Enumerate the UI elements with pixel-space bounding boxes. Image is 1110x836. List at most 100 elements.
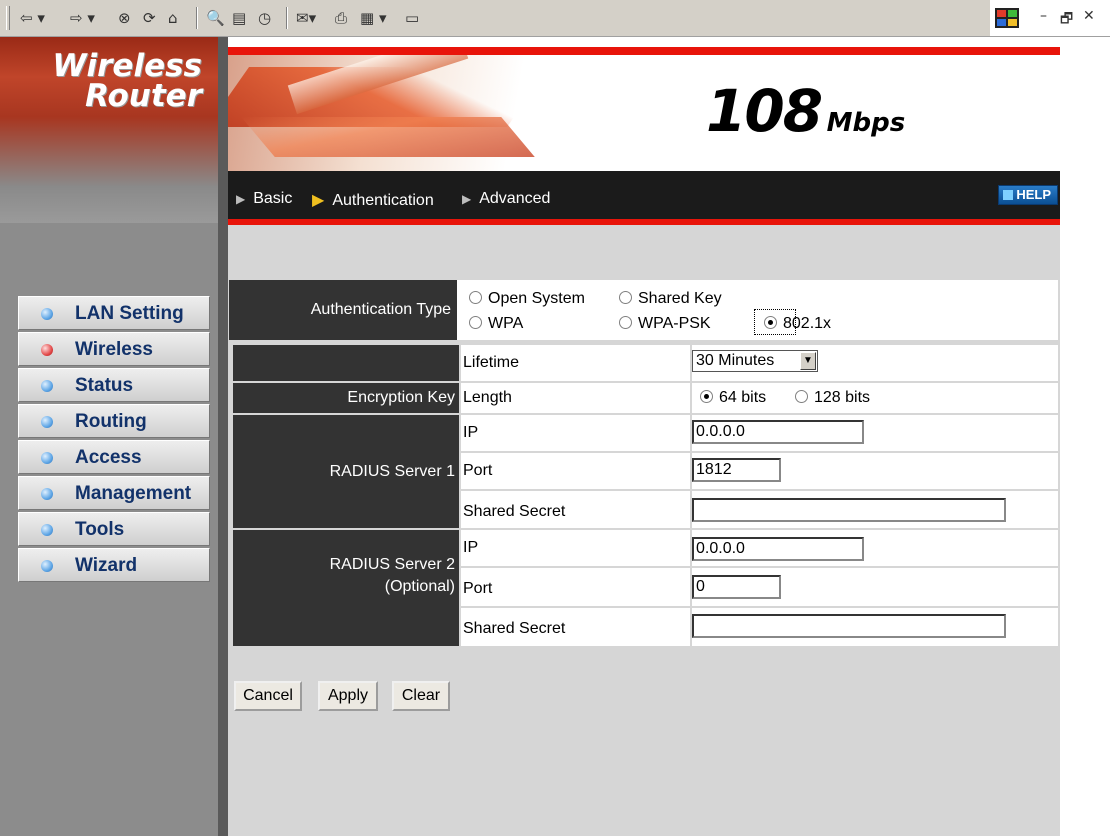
radio-icon [795,390,808,403]
apply-button[interactable]: Apply [318,681,378,711]
chevron-down-icon: ▼ [800,352,816,370]
stop-icon[interactable]: ⊗ [118,8,131,28]
radius1-ip-input[interactable]: 0.0.0.0 [692,420,864,444]
discuss-icon[interactable]: ▭ [405,8,419,28]
bullet-icon [41,344,53,356]
favorites-icon[interactable]: ▤ [232,8,246,28]
auth-type-row: Authentication Type Open System Shared K… [229,280,1058,340]
banner-graphic [241,117,535,157]
bullet-icon [41,308,53,320]
arrow-icon: ▶ [462,192,472,206]
sidebar-item-management[interactable]: Management [18,476,210,510]
radius1-port-input[interactable]: 1812 [692,458,781,482]
lifetime-label: Lifetime [461,345,690,381]
header-banner: 108 Mbps [228,47,1060,171]
tab-advanced[interactable]: ▶ Advanced [462,190,550,208]
help-icon [1003,190,1014,200]
tab-label: Authentication [332,192,434,209]
sidebar-item-label: Access [75,447,142,468]
tab-basic[interactable]: ▶ Basic [236,190,292,208]
edit-icon[interactable]: ▦ ▾ [360,8,386,28]
windows-logo-icon [995,8,1019,28]
sidebar-item-routing[interactable]: Routing [18,404,210,438]
radio-shared-key[interactable]: Shared Key [619,290,722,308]
sidebar-item-label: Routing [75,411,147,432]
radio-64-bits[interactable]: 64 bits [700,389,766,407]
radius1-ip-label: IP [461,415,690,451]
radio-icon [469,291,482,304]
radio-128-bits[interactable]: 128 bits [795,389,870,407]
restore-icon[interactable]: 🗗 [1060,8,1073,32]
length-label: Length [461,383,690,413]
radius-server-2-label: RADIUS Server 2 (Optional) [233,530,459,646]
tab-authentication[interactable]: ▶ Authentication [312,190,434,210]
speed-unit: Mbps [826,108,906,138]
option-label: 802.1x [783,315,832,332]
speed-badge: 108 Mbps [706,77,905,145]
back-icon[interactable]: ⇦ ▾ [20,8,45,28]
option-label: 128 bits [814,389,871,406]
auth-type-label: Authentication Type [229,280,457,340]
toolbar-separator [286,7,288,29]
sidebar-item-label: Status [75,375,134,396]
sidebar-divider [218,37,228,836]
radio-icon [764,316,777,329]
brand-line2: Router [85,78,202,114]
sidebar-item-tools[interactable]: Tools [18,512,210,546]
sidebar-item-lan-setting[interactable]: LAN Setting [18,296,210,330]
arrow-icon: ▶ [236,192,246,206]
radius2-ip-input[interactable]: 0.0.0.0 [692,537,864,561]
radio-open-system[interactable]: Open System [469,290,585,308]
radio-icon [700,390,713,403]
sidebar-item-wizard[interactable]: Wizard [18,548,210,582]
sidebar-item-label: Wizard [75,555,138,576]
tab-label: Advanced [479,190,551,207]
mail-icon[interactable]: ✉▾ [296,8,316,28]
option-label: Open System [488,290,585,307]
bullet-icon [41,416,53,428]
radio-8021x[interactable]: 802.1x [764,315,831,333]
lifetime-value: 30 Minutes [696,352,775,369]
help-button[interactable]: HELP [998,185,1058,205]
window-controls: – 🗗 ✕ [990,0,1110,36]
clear-button[interactable]: Clear [392,681,450,711]
bullet-icon [41,560,53,572]
encryption-key-label: Encryption Key [233,383,459,413]
radio-wpa-psk[interactable]: WPA-PSK [619,315,711,333]
radius-server-1-label: RADIUS Server 1 [233,415,459,528]
radius2-label-line2: (Optional) [384,578,455,595]
help-label: HELP [1016,187,1051,202]
radius2-label-line1: RADIUS Server 2 [329,556,455,573]
radio-wpa[interactable]: WPA [469,315,523,333]
forward-icon[interactable]: ⇨ ▾ [70,8,95,28]
sidebar-menu: LAN Setting Wireless Status Routing Acce… [18,296,210,584]
print-icon[interactable]: ⎙ [335,8,347,28]
bullet-icon [41,452,53,464]
cancel-button[interactable]: Cancel [234,681,302,711]
radius2-secret-input[interactable] [692,614,1006,638]
radius2-port-input[interactable]: 0 [692,575,781,599]
radio-icon [619,316,632,329]
history-icon[interactable]: ◷ [258,8,271,28]
sidebar-header: Wireless Router [0,37,218,223]
bullet-icon [41,488,53,500]
browser-toolbar: ⇦ ▾ ⇨ ▾ ⊗ ⟳ ⌂ 🔍 ▤ ◷ ✉▾ ⎙ ▦ ▾ ▭ – 🗗 ✕ [0,0,1110,37]
toolbar-grip[interactable] [6,6,10,30]
search-icon[interactable]: 🔍 [206,8,225,28]
minimize-icon[interactable]: – [1040,8,1047,24]
sidebar-item-status[interactable]: Status [18,368,210,402]
lifetime-row-header [233,345,459,381]
sidebar-item-wireless[interactable]: Wireless [18,332,210,366]
radius1-port-label: Port [461,453,690,489]
radius1-secret-input[interactable] [692,498,1006,522]
sidebar-item-access[interactable]: Access [18,440,210,474]
bullet-icon [41,380,53,392]
arrow-icon: ▶ [312,192,325,209]
home-icon[interactable]: ⌂ [168,8,178,28]
close-icon[interactable]: ✕ [1083,8,1095,24]
banner-stripe [228,47,1060,55]
lifetime-select[interactable]: 30 Minutes ▼ [692,350,818,372]
radius2-ip-label: IP [461,530,690,566]
refresh-icon[interactable]: ⟳ [143,8,156,28]
radio-icon [469,316,482,329]
